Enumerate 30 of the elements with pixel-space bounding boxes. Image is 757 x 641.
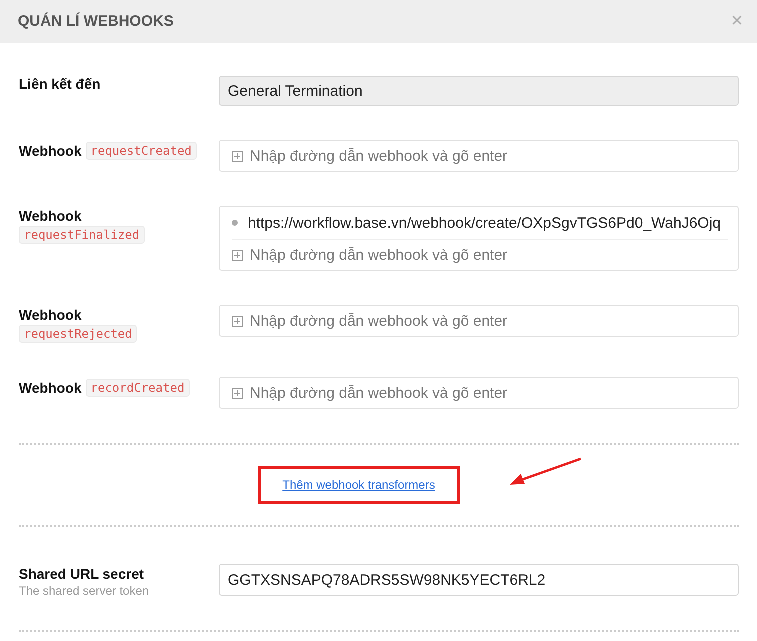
plus-icon bbox=[232, 316, 243, 326]
input-placeholder: Nhập đường dẫn webhook và gõ enter bbox=[250, 312, 508, 330]
input-placeholder: Nhập đường dẫn webhook và gõ enter bbox=[250, 384, 508, 402]
plus-icon bbox=[232, 150, 243, 162]
event-name: recordCreated bbox=[86, 379, 190, 397]
webhook-field[interactable]: https://workflow.base.vn/webhook/create/OXpSgvTGS6Pd0_WahJ6Ojq Nhập đường dẫn webhook và gõ enter bbox=[219, 206, 739, 271]
field-label: Liên kết đến bbox=[19, 76, 101, 92]
field-label: Webhook bbox=[19, 143, 82, 159]
dialog-title: QUÁN LÍ WEBHOOKS bbox=[18, 13, 174, 30]
arrow-icon bbox=[509, 457, 583, 487]
input-placeholder: Nhập đường dẫn webhook và gõ enter bbox=[250, 148, 508, 164]
webhook-field[interactable]: Nhập đường dẫn webhook và gõ enter bbox=[219, 305, 739, 337]
linked-field[interactable]: General Termination bbox=[219, 76, 739, 106]
event-name: requestCreated bbox=[86, 142, 197, 160]
plus-icon bbox=[232, 250, 243, 260]
field-label: Shared URL secret bbox=[19, 566, 144, 582]
field-label: Webhook bbox=[19, 307, 82, 323]
event-name: requestRejected bbox=[19, 325, 138, 343]
plus-icon bbox=[232, 388, 243, 398]
bullet-icon bbox=[232, 220, 238, 226]
field-hint: The shared server token bbox=[19, 584, 150, 598]
webhook-field[interactable]: Nhập đường dẫn webhook và gõ enter bbox=[219, 140, 739, 172]
field-label: Webhook bbox=[19, 380, 82, 396]
input-placeholder: Nhập đường dẫn webhook và gõ enter bbox=[250, 246, 508, 264]
field-label: Webhook bbox=[19, 208, 82, 224]
event-name: requestFinalized bbox=[19, 226, 145, 244]
secret-field[interactable]: GGTXSNSAPQ78ADRS5SW98NK5YECT6RL2 bbox=[219, 564, 739, 596]
add-transformers-link[interactable]: Thêm webhook transformers bbox=[282, 478, 436, 492]
webhook-field[interactable]: Nhập đường dẫn webhook và gõ enter bbox=[219, 377, 739, 409]
webhook-url: https://workflow.base.vn/webhook/create/OXpSgvTGS6Pd0_WahJ6Ojq bbox=[248, 214, 722, 232]
